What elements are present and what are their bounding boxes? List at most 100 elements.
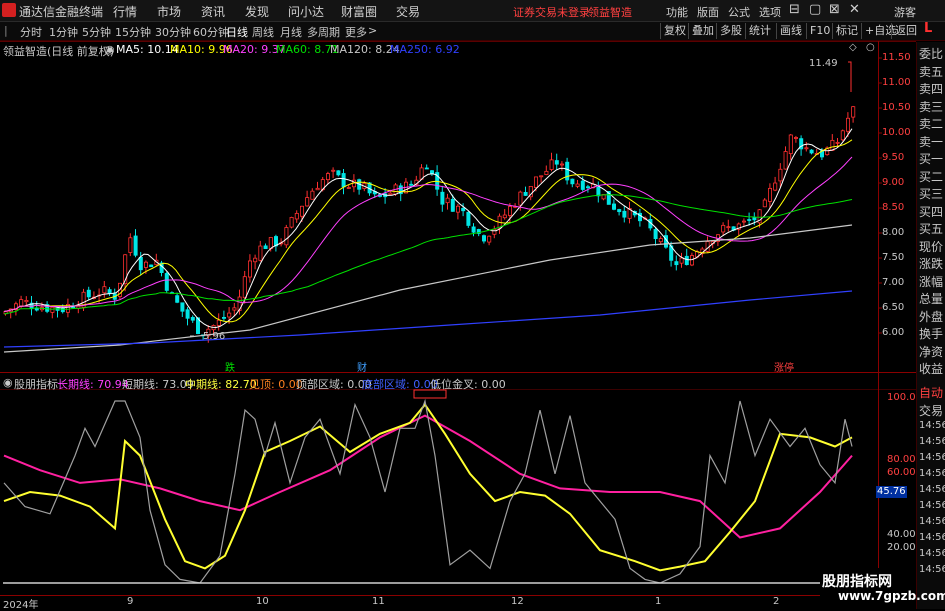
candle-body[interactable] <box>481 235 486 242</box>
event-limit-up[interactable]: 涨停 <box>774 359 794 374</box>
candle-body[interactable] <box>232 307 237 311</box>
candle-body[interactable] <box>762 199 767 208</box>
candle-body[interactable] <box>294 212 299 220</box>
candle-body[interactable] <box>388 192 393 195</box>
candle-body[interactable] <box>580 180 585 190</box>
candle-body[interactable] <box>674 261 679 266</box>
candle-body[interactable] <box>851 106 856 118</box>
auto-trade-label[interactable]: 自动 <box>919 384 943 401</box>
candle-body[interactable] <box>612 203 617 210</box>
candle-body[interactable] <box>315 187 320 191</box>
candle-body[interactable] <box>247 260 252 278</box>
candle-body[interactable] <box>804 147 809 150</box>
candle-body[interactable] <box>305 197 310 207</box>
candle-body[interactable] <box>289 217 294 228</box>
candle-body[interactable] <box>440 191 445 205</box>
candle-body[interactable] <box>586 186 591 189</box>
candle-body[interactable] <box>325 173 330 181</box>
indicator-name[interactable]: 股朋指标 <box>14 376 58 392</box>
candle-body[interactable] <box>622 210 627 218</box>
candle-body[interactable] <box>502 214 507 219</box>
candle-body[interactable] <box>835 141 840 144</box>
candle-body[interactable] <box>554 160 559 165</box>
candle-body[interactable] <box>455 205 460 213</box>
candle-body[interactable] <box>424 167 429 170</box>
candle-body[interactable] <box>721 224 726 233</box>
candle-body[interactable] <box>742 220 747 223</box>
candle-body[interactable] <box>253 257 258 263</box>
candle-body[interactable] <box>794 137 799 139</box>
candle-body[interactable] <box>299 205 304 217</box>
candle-body[interactable] <box>752 217 757 221</box>
candle-body[interactable] <box>560 163 565 166</box>
ma-toggle-icon[interactable]: ◉ <box>105 43 115 56</box>
indicator-toggle-icon[interactable]: ◉ <box>3 376 13 389</box>
candle-body[interactable] <box>846 117 851 132</box>
candle-body[interactable] <box>596 186 601 197</box>
candle-body[interactable] <box>221 316 226 319</box>
candle-body[interactable] <box>175 295 180 303</box>
candle-body[interactable] <box>575 183 580 187</box>
candle-body[interactable] <box>768 187 773 202</box>
candle-body[interactable] <box>809 149 814 154</box>
candle-body[interactable] <box>549 159 554 170</box>
candle-body[interactable] <box>726 226 731 229</box>
candle-body[interactable] <box>346 187 351 189</box>
candle-body[interactable] <box>570 178 575 185</box>
candle-body[interactable] <box>143 261 148 268</box>
event-finance[interactable]: 财 <box>357 359 367 374</box>
candle-body[interactable] <box>149 264 154 268</box>
candle-body[interactable] <box>679 257 684 264</box>
candle-body[interactable] <box>840 130 845 141</box>
candle-body[interactable] <box>107 289 112 294</box>
candle-body[interactable] <box>409 183 414 186</box>
candle-body[interactable] <box>518 191 523 206</box>
candle-body[interactable] <box>544 170 549 175</box>
candle-body[interactable] <box>684 255 689 266</box>
candle-body[interactable] <box>185 309 190 319</box>
candle-body[interactable] <box>164 273 169 291</box>
candle-body[interactable] <box>268 237 273 249</box>
candle-body[interactable] <box>461 208 466 212</box>
candle-body[interactable] <box>690 255 695 266</box>
candle-body[interactable] <box>778 168 783 182</box>
candle-body[interactable] <box>534 176 539 188</box>
candle-body[interactable] <box>138 256 143 271</box>
candle-body[interactable] <box>658 238 663 243</box>
candle-body[interactable] <box>86 289 91 298</box>
candle-body[interactable] <box>331 169 336 172</box>
candle-body[interactable] <box>429 170 434 174</box>
candle-body[interactable] <box>336 170 341 176</box>
candle-body[interactable] <box>227 312 232 318</box>
candle-body[interactable] <box>284 227 289 246</box>
kline-chart[interactable]: ◇ ○ <box>0 0 945 609</box>
candle-body[interactable] <box>487 235 492 243</box>
candle-body[interactable] <box>653 229 658 240</box>
candle-body[interactable] <box>258 245 263 261</box>
candle-body[interactable] <box>216 319 221 326</box>
candle-body[interactable] <box>466 211 471 226</box>
candle-body[interactable] <box>341 173 346 188</box>
event-drop[interactable]: 跌 <box>225 359 235 374</box>
candle-body[interactable] <box>492 228 497 235</box>
candle-body[interactable] <box>310 190 315 200</box>
candle-body[interactable] <box>788 134 793 155</box>
candle-body[interactable] <box>445 197 450 204</box>
candle-body[interactable] <box>102 286 107 294</box>
candle-body[interactable] <box>24 299 29 303</box>
candle-body[interactable] <box>263 245 268 250</box>
candle-body[interactable] <box>773 182 778 191</box>
candle-body[interactable] <box>783 151 788 170</box>
candle-body[interactable] <box>617 209 622 213</box>
candle-body[interactable] <box>60 307 65 313</box>
candle-body[interactable] <box>471 226 476 233</box>
candle-body[interactable] <box>747 219 752 221</box>
candle-body[interactable] <box>128 237 133 253</box>
candle-body[interactable] <box>34 307 39 311</box>
candle-body[interactable] <box>507 206 512 216</box>
candle-body[interactable] <box>830 139 835 151</box>
candle-body[interactable] <box>180 302 185 312</box>
candle-body[interactable] <box>133 235 138 256</box>
candle-body[interactable] <box>19 299 24 307</box>
candle-body[interactable] <box>50 306 55 313</box>
